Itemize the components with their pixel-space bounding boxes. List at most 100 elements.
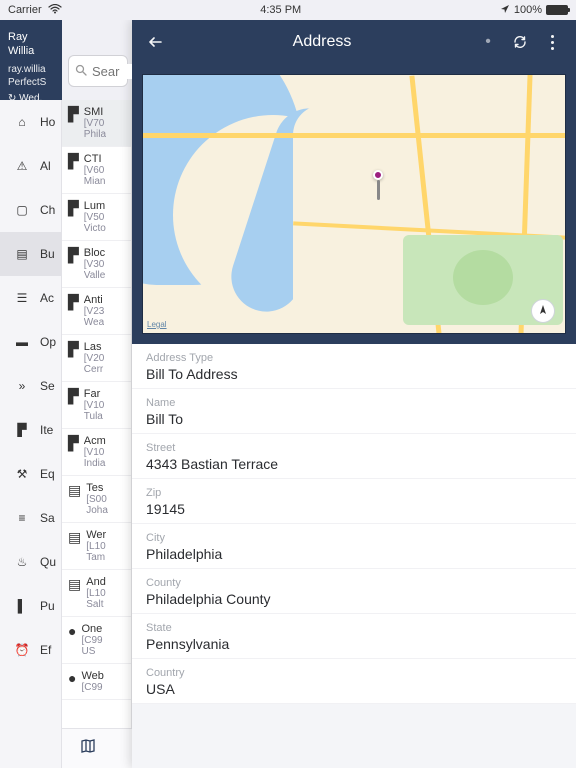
store-icon: ▬ <box>14 335 30 349</box>
field-name: NameBill To <box>132 389 576 434</box>
search-input[interactable] <box>92 64 132 79</box>
list-item[interactable]: ▛Las[V20Cerr <box>62 335 131 382</box>
field-value: 19145 <box>146 501 562 517</box>
building-question-icon: ▤ <box>68 529 81 563</box>
nav-item-label: Eq <box>40 467 55 481</box>
person-icon: ● <box>68 623 76 657</box>
nav-item-op[interactable]: ▬ Op <box>0 320 61 364</box>
carrier-label: Carrier <box>8 4 42 16</box>
nav-item-ac[interactable]: ☰Ac <box>0 276 61 320</box>
list-item-title: Far <box>84 388 105 400</box>
status-bar: Carrier 4:35 PM 100% <box>0 0 576 20</box>
nav-item-ef[interactable]: ⏰Ef <box>0 628 61 672</box>
nav-item-al[interactable]: ⚠Al <box>0 144 61 188</box>
cart-icon: ▛ <box>14 423 30 437</box>
nav-item-qu[interactable]: ♨Qu <box>0 540 61 584</box>
nav-item-label: Qu <box>40 555 56 569</box>
list-item[interactable]: ●One[C99US <box>62 617 131 664</box>
list-item-title: Lum <box>84 200 106 212</box>
sync-action-icon[interactable]: • <box>478 32 498 52</box>
field-value: Philadelphia <box>146 546 562 562</box>
user-email: ray.willia <box>8 63 56 76</box>
building-cart-icon: ▛ <box>68 200 79 234</box>
list-item-title: Wer <box>86 529 106 541</box>
list-item[interactable]: ▛Lum[V50Victo <box>62 194 131 241</box>
list-item-sub: Salt <box>86 599 106 610</box>
field-state: StatePennsylvania <box>132 614 576 659</box>
more-icon[interactable] <box>542 32 562 52</box>
list-item[interactable]: ▤Wer[L10Tam <box>62 523 131 570</box>
user-tenant: PerfectS <box>8 76 56 89</box>
list-item-code: [V23 <box>84 306 105 317</box>
list-item[interactable]: ▛Far[V10Tula <box>62 382 131 429</box>
list-item[interactable]: ▛Anti[V23Wea <box>62 288 131 335</box>
list-item-sub: Victo <box>84 223 106 234</box>
refresh-icon[interactable] <box>510 32 530 52</box>
list-footer-map-button[interactable] <box>62 728 132 768</box>
list-item-sub: Tula <box>84 411 105 422</box>
list-item[interactable]: ▛Bloc[V30Valle <box>62 241 131 288</box>
list-item[interactable]: ▛SMI[V70Phila <box>62 100 131 147</box>
nav-item-eq[interactable]: ⚒ Eq <box>0 452 61 496</box>
map-legal-link[interactable]: Legal <box>147 320 167 329</box>
field-value: USA <box>146 681 562 697</box>
list-item[interactable]: ▤ Tes[S00Joha <box>62 476 131 523</box>
list-item-sub: Joha <box>86 505 108 516</box>
receipt-icon: ▌ <box>14 599 30 613</box>
compass-icon[interactable] <box>531 299 555 323</box>
map[interactable]: Legal <box>142 74 566 334</box>
wrench-icon: ⚒ <box>14 467 30 481</box>
list-item-title: Tes <box>86 482 108 494</box>
document-icon: ≡ <box>14 511 30 525</box>
list-item-code: [V10 <box>84 447 106 458</box>
list-item-title: Web <box>81 670 103 682</box>
list-item-sub: Mian <box>84 176 106 187</box>
list-item-sub: India <box>84 458 106 469</box>
detail-header: Address • <box>132 20 576 64</box>
back-icon[interactable] <box>146 32 166 52</box>
nav-item-ch[interactable]: ▢Ch <box>0 188 61 232</box>
nav-item-ite[interactable]: ▛Ite <box>0 408 61 452</box>
nav-item-label: Pu <box>40 599 55 613</box>
battery-label: 100% <box>514 4 542 16</box>
field-label: Country <box>146 667 562 679</box>
nav-item-label: Op <box>40 335 56 349</box>
map-pin <box>373 170 383 200</box>
nav-item-se[interactable]: »Se <box>0 364 61 408</box>
building-icon: ▤ <box>14 247 30 261</box>
building-icon: ▤ <box>68 482 81 516</box>
field-label: County <box>146 577 562 589</box>
list-item-title: One <box>81 623 102 635</box>
field-label: Street <box>146 442 562 454</box>
nav-item-pu[interactable]: ▌ Pu <box>0 584 61 628</box>
list-item[interactable]: ▛Acm[V10India <box>62 429 131 476</box>
list-item[interactable]: ▤And[L10Salt <box>62 570 131 617</box>
nav-item-bu[interactable]: ▤Bu <box>0 232 61 276</box>
field-value: 4343 Bastian Terrace <box>146 456 562 472</box>
detail-title: Address <box>178 33 466 51</box>
field-zip: Zip 19145 <box>132 479 576 524</box>
wifi-icon <box>48 4 62 17</box>
location-icon <box>500 4 510 17</box>
nav-item-sa[interactable]: ≡Sa <box>0 496 61 540</box>
field-label: Zip <box>146 487 562 499</box>
detail-panel: Address • Legal Address TypeBill <box>132 20 576 768</box>
field-county: CountyPhiladelphia County <box>132 569 576 614</box>
nav-item-label: Ho <box>40 115 55 129</box>
nav-sidebar: ⌂ Ho ⚠Al▢Ch▤Bu☰Ac ▬ Op »Se▛Ite ⚒ Eq ≡Sa♨Qu ▌ Pu ⏰Ef <box>0 100 62 768</box>
field-label: Address Type <box>146 352 562 364</box>
list-item[interactable]: ▛CTI[V60Mian <box>62 147 131 194</box>
home-icon: ⌂ <box>14 115 30 129</box>
list-item[interactable]: ●Web[C99 <box>62 664 131 700</box>
list-item-title: Bloc <box>84 247 106 259</box>
building-cart-icon: ▛ <box>68 435 79 469</box>
clock-icon: ⏰ <box>14 643 30 657</box>
alert-icon: ⚠ <box>14 159 30 173</box>
list-item-code: [S00 <box>86 494 108 505</box>
list-item-code: [L10 <box>86 541 106 552</box>
services-icon: » <box>14 379 30 393</box>
list-item-code: [L10 <box>86 588 106 599</box>
search-input-wrap[interactable] <box>68 55 128 87</box>
list-item-sub: Phila <box>84 129 106 140</box>
nav-item-ho[interactable]: ⌂ Ho <box>0 100 61 144</box>
